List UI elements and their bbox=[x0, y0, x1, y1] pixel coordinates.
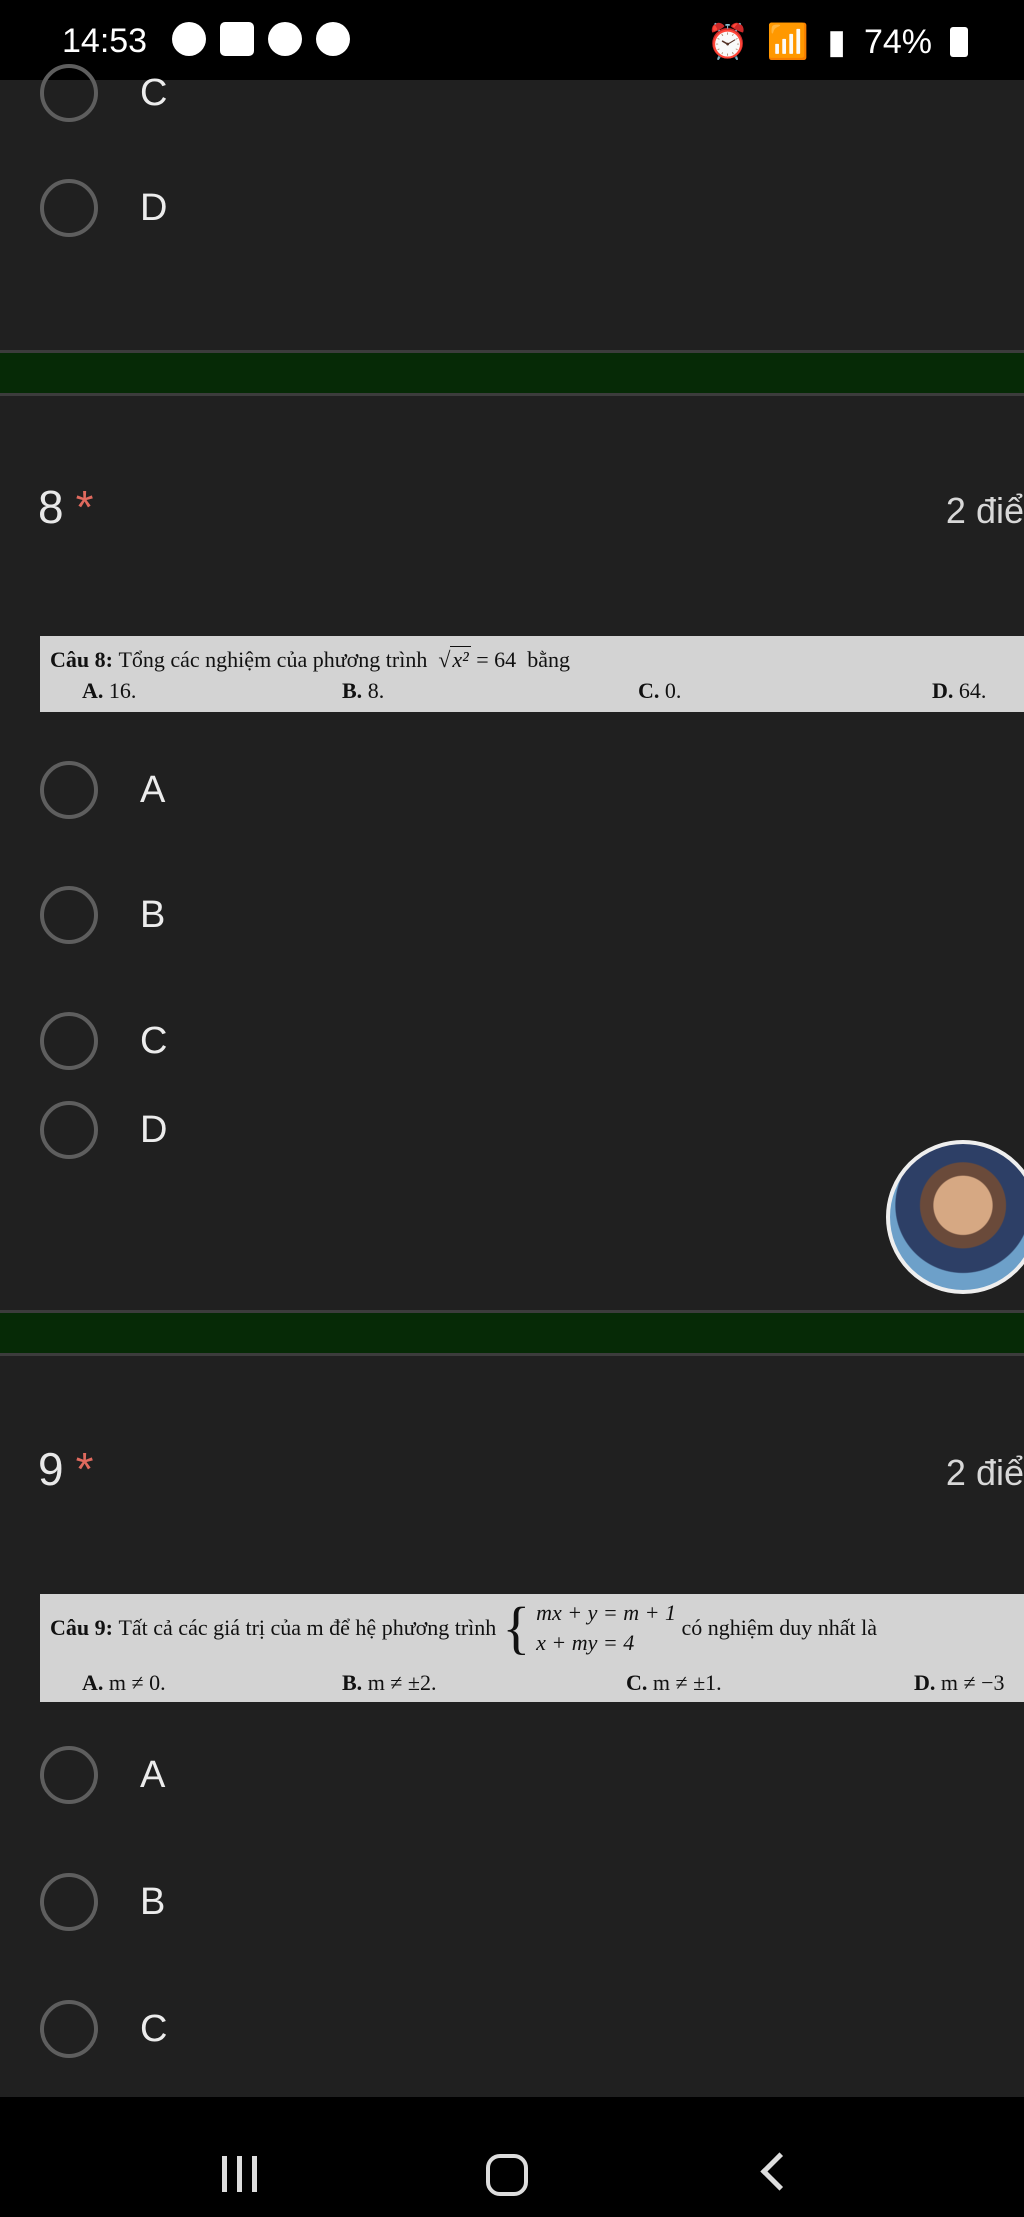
radio-button[interactable] bbox=[40, 1101, 98, 1159]
option-label: D bbox=[140, 1108, 168, 1151]
answer-a: A. m ≠ 0. bbox=[82, 1670, 166, 1695]
question-label: Câu 8: bbox=[50, 646, 113, 672]
option-label: A bbox=[140, 1753, 166, 1796]
answer-d: D. 64. bbox=[932, 678, 987, 703]
option-label: C bbox=[140, 1019, 168, 1062]
q8-option-b[interactable]: B bbox=[40, 880, 165, 950]
wifi-icon: 📶 bbox=[766, 23, 810, 61]
equation-system: mx + y = m + 1 x + my = 4 bbox=[536, 1598, 676, 1658]
radio-button[interactable] bbox=[40, 761, 98, 819]
floating-chat-head-avatar[interactable] bbox=[886, 1140, 1024, 1294]
answer-c: C. 0. bbox=[638, 678, 682, 703]
radio-button[interactable] bbox=[40, 64, 98, 122]
recent-apps-icon[interactable] bbox=[222, 2156, 257, 2192]
section-divider bbox=[0, 350, 1024, 396]
q9-option-c[interactable]: C bbox=[40, 1994, 167, 2064]
equation-rest: = 64 bbox=[476, 646, 517, 672]
q8-option-a[interactable]: A bbox=[40, 755, 165, 825]
radio-button[interactable] bbox=[40, 1873, 98, 1931]
option-label: A bbox=[140, 768, 166, 811]
sqrt-argument: x² bbox=[450, 646, 471, 672]
question-8-points: 2 điể bbox=[945, 490, 1024, 531]
q8-option-c[interactable]: C bbox=[40, 1006, 167, 1076]
signal-icon: ▮ bbox=[827, 23, 846, 61]
home-icon[interactable] bbox=[486, 2154, 528, 2196]
radio-button[interactable] bbox=[40, 1746, 98, 1804]
required-star: * bbox=[75, 1443, 94, 1495]
question-stem: Tổng các nghiệm của phương trình bbox=[118, 646, 428, 672]
answer-c: C. m ≠ ±1. bbox=[626, 1670, 722, 1695]
answer-a: A. 16. bbox=[82, 678, 137, 703]
radio-button[interactable] bbox=[40, 2000, 98, 2058]
status-time: 14:53 bbox=[62, 22, 148, 60]
question-after: có nghiệm duy nhất là bbox=[681, 1615, 878, 1640]
option-label: B bbox=[140, 893, 166, 936]
option-label: B bbox=[140, 1880, 166, 1923]
equation-2: x + my = 4 bbox=[536, 1630, 635, 1655]
question-9-points: 2 điể bbox=[945, 1452, 1024, 1493]
system-brace: { bbox=[502, 1595, 531, 1660]
question-9-image: Câu 9: Tất cả các giá trị của m để hệ ph… bbox=[40, 1594, 1024, 1702]
q9-option-a[interactable]: A bbox=[40, 1740, 165, 1810]
question-9-number: 9 * bbox=[38, 1442, 94, 1496]
spotify-icon bbox=[172, 22, 206, 56]
q8-option-d[interactable]: D bbox=[40, 1095, 167, 1165]
question-8-image: Câu 8: Tổng các nghiệm của phương trình … bbox=[40, 636, 1024, 712]
q7-option-c[interactable]: C bbox=[40, 58, 167, 128]
lock-icon bbox=[316, 22, 350, 56]
option-label: C bbox=[140, 71, 168, 114]
question-number: 9 bbox=[38, 1443, 64, 1495]
answer-b: B. 8. bbox=[342, 678, 385, 703]
answer-d: D. m ≠ −3 bbox=[914, 1670, 1005, 1695]
q7-option-d[interactable]: D bbox=[40, 173, 167, 243]
required-star: * bbox=[75, 481, 94, 533]
radio-button[interactable] bbox=[40, 179, 98, 237]
battery-percent: 74% bbox=[863, 22, 932, 61]
alarm-icon: ⏰ bbox=[706, 23, 749, 61]
q9-option-b[interactable]: B bbox=[40, 1867, 165, 1937]
battery-icon bbox=[950, 27, 968, 57]
question-number: 8 bbox=[38, 481, 64, 533]
answer-b: B. m ≠ ±2. bbox=[342, 1670, 437, 1695]
question-label: Câu 9: bbox=[50, 1615, 113, 1640]
question-after: bằng bbox=[527, 646, 570, 672]
flipboard-icon bbox=[220, 22, 254, 56]
status-icons bbox=[172, 22, 350, 56]
radio-button[interactable] bbox=[40, 1012, 98, 1070]
equation-1: mx + y = m + 1 bbox=[536, 1600, 676, 1625]
option-label: D bbox=[140, 186, 168, 229]
messenger-icon bbox=[268, 22, 302, 56]
question-stem: Tất cả các giá trị của m để hệ phương tr… bbox=[118, 1615, 497, 1640]
section-divider bbox=[0, 1310, 1024, 1356]
radio-button[interactable] bbox=[40, 886, 98, 944]
option-label: C bbox=[140, 2007, 168, 2050]
question-8-number: 8 * bbox=[38, 480, 94, 534]
